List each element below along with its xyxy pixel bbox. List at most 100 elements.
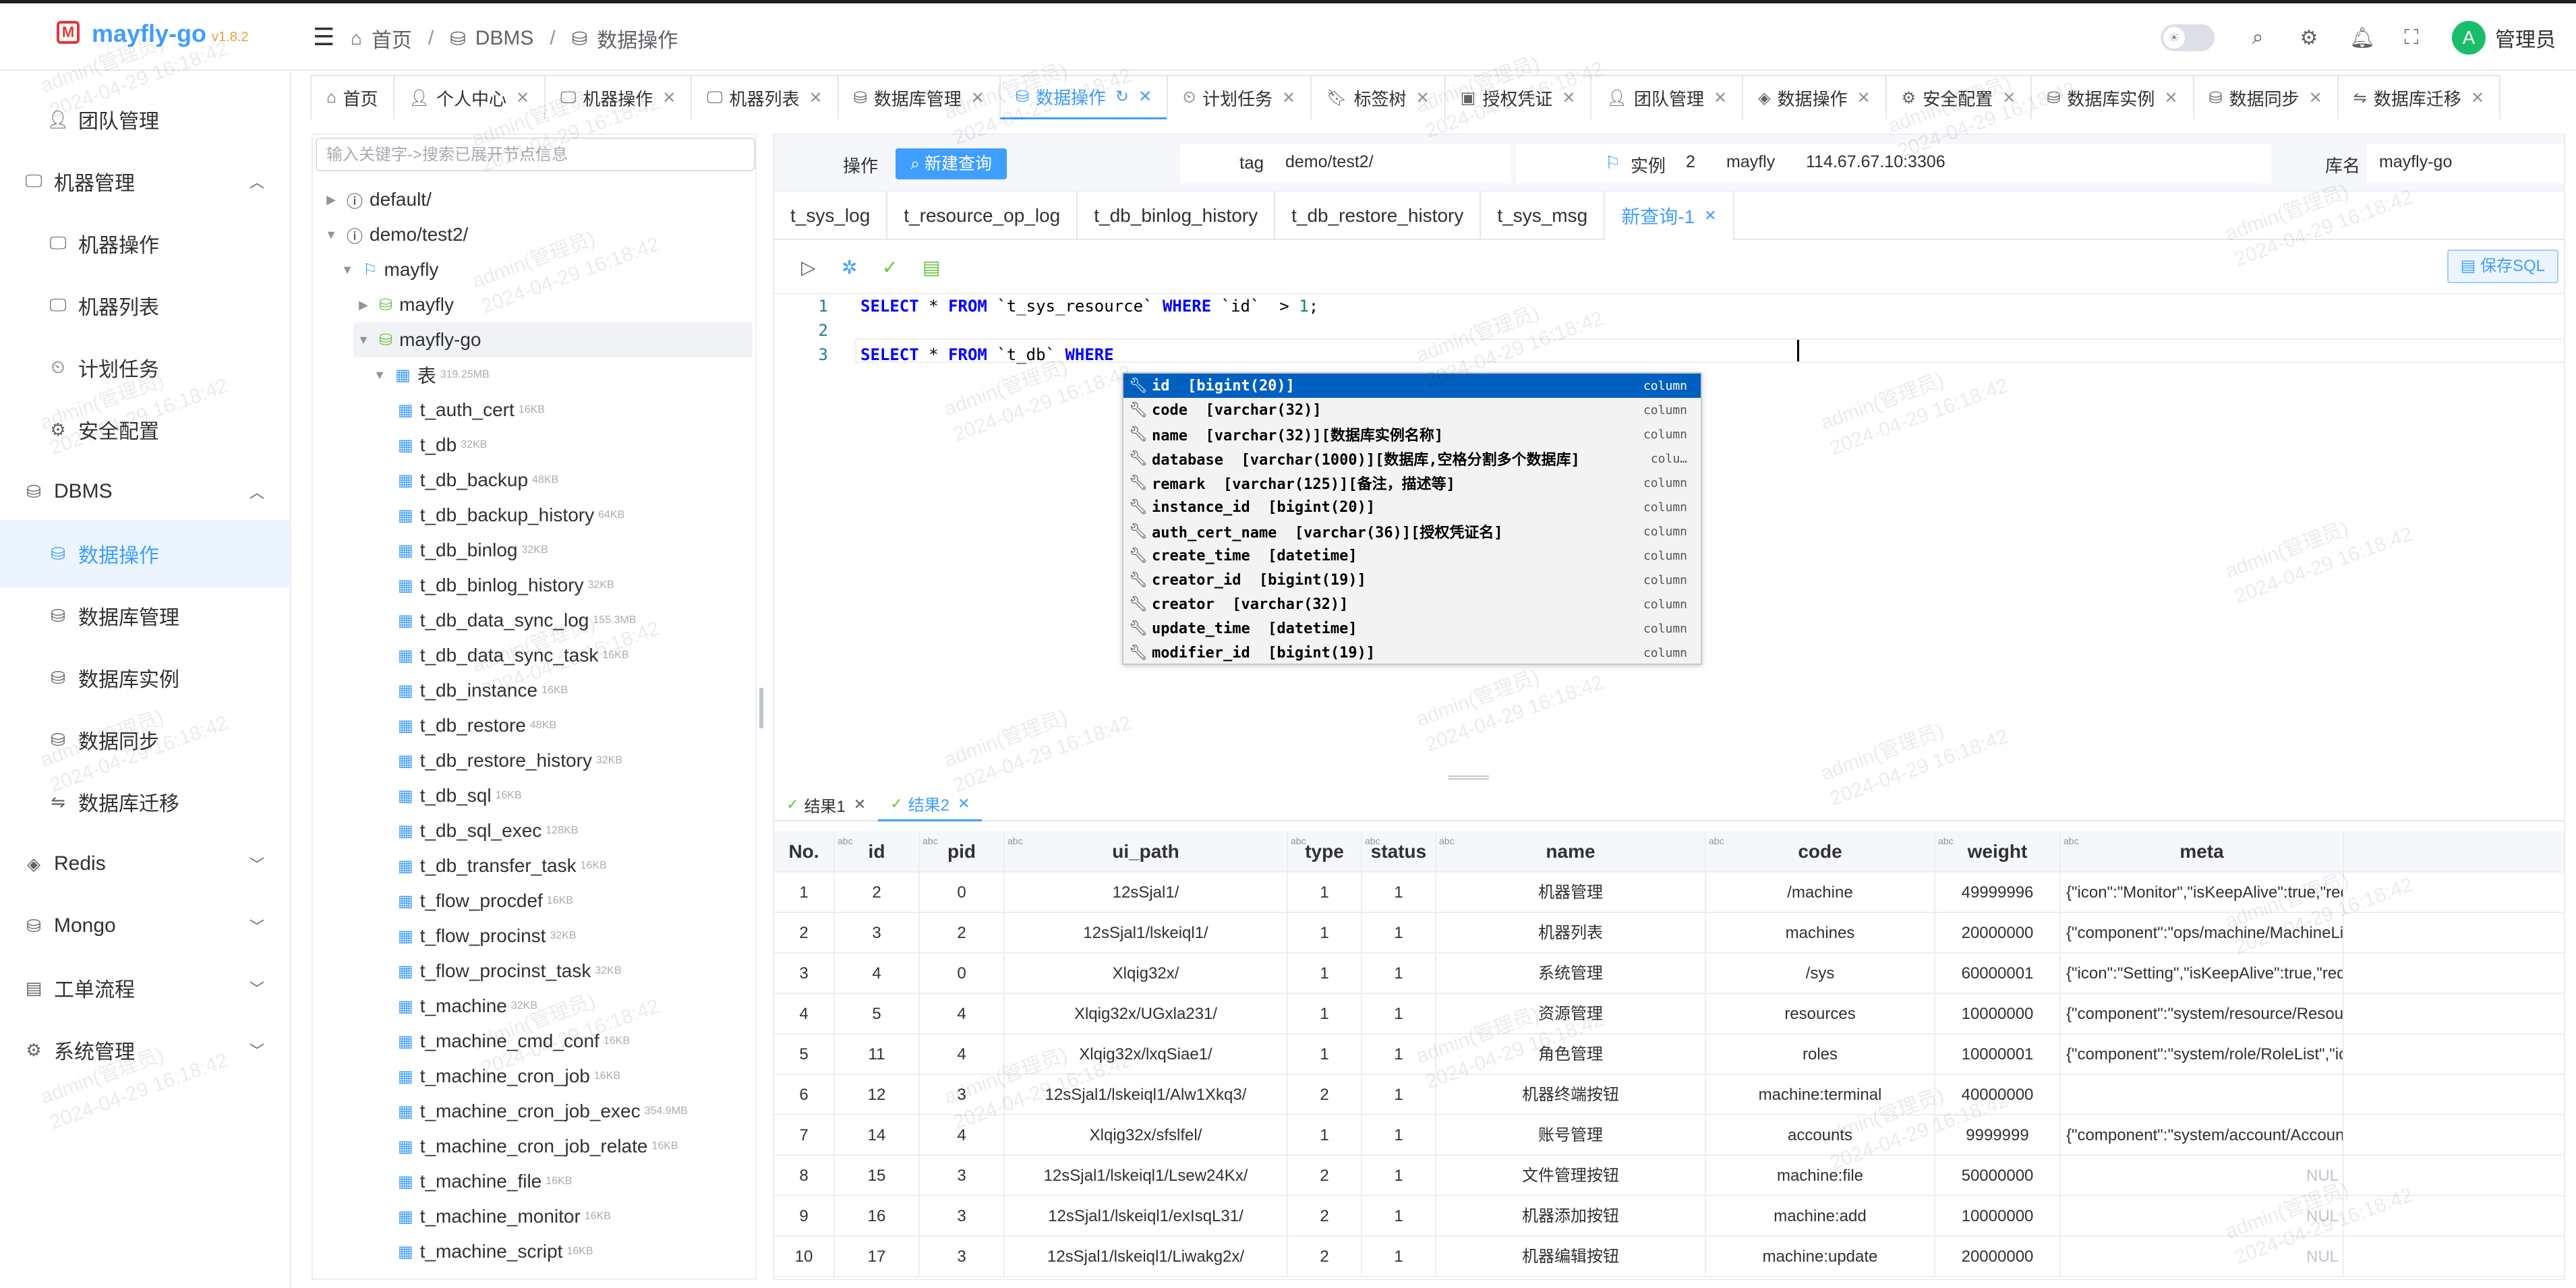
tree-node[interactable]: ▦ t_auth_cert 16KB: [386, 392, 753, 428]
table-cell[interactable]: 10: [774, 1237, 835, 1277]
close-icon[interactable]: ✕: [2002, 88, 2016, 108]
close-icon[interactable]: ✕: [1282, 88, 1295, 108]
table-cell[interactable]: 10000001: [1935, 1034, 2061, 1075]
tree-node[interactable]: ▦ t_db_data_sync_task 16KB: [386, 638, 753, 673]
table-cell[interactable]: 3: [920, 1156, 1005, 1196]
suggestion-item[interactable]: 🔧︎ auth_cert_name [varchar(36)][授权凭证名] col…: [1123, 519, 1701, 544]
table-cell[interactable]: 1: [1362, 1196, 1436, 1237]
caret-down-icon[interactable]: ▼: [353, 333, 374, 347]
column-header[interactable]: abc status: [1362, 831, 1436, 871]
suggestion-item[interactable]: 🔧︎ creator [varchar(32)] column: [1123, 592, 1701, 616]
table-cell[interactable]: 3: [835, 913, 920, 954]
query-tab[interactable]: t_db_restore_history: [1275, 192, 1482, 240]
table-cell[interactable]: 机器列表: [1436, 913, 1706, 954]
table-cell[interactable]: 机器终端按钮: [1436, 1075, 1706, 1115]
table-cell[interactable]: 2: [835, 873, 920, 913]
close-icon[interactable]: ✕: [809, 88, 823, 108]
tab-7[interactable]: 🔖︎ 标签树 ✕: [1310, 75, 1446, 119]
format-icon[interactable]: ✲: [842, 256, 857, 279]
table-cell[interactable]: 12: [835, 1075, 920, 1115]
table-cell[interactable]: /sys: [1706, 954, 1935, 994]
tree-search-input[interactable]: 输入关键字->搜索已展开节点信息: [316, 138, 755, 171]
table-cell[interactable]: 4: [920, 1115, 1005, 1156]
table-cell[interactable]: 3: [920, 1075, 1005, 1115]
query-tab[interactable]: t_db_binlog_history: [1078, 192, 1276, 240]
sidebar-item[interactable]: ⛁ 数据同步: [0, 706, 290, 773]
table-cell[interactable]: [2061, 1075, 2344, 1115]
table-row[interactable]: 8 15 3 12sSjal1/lskeiql1/Lsew24Kx/2 1 文件管理按钮 m…: [774, 1156, 2564, 1196]
caret-down-icon[interactable]: ▼: [337, 263, 357, 277]
close-icon[interactable]: ✕: [516, 88, 529, 108]
table-cell[interactable]: 1: [1362, 954, 1436, 994]
close-icon[interactable]: ✕: [971, 88, 985, 108]
table-row[interactable]: 7 14 4 Xlqig32x/sfslfel/1 1 账号管理 accounts 99999…: [774, 1115, 2564, 1156]
tree-node[interactable]: ▦ t_machine_cron_job_relate 16KB: [386, 1129, 753, 1164]
run-icon[interactable]: ▷: [801, 256, 816, 279]
table-cell[interactable]: 12sSjal1/: [1005, 873, 1288, 913]
table-cell[interactable]: 12sSjal1/lskeiql1/: [1005, 913, 1288, 954]
tab-2[interactable]: 🖵 机器操作 ✕: [544, 75, 693, 119]
table-cell[interactable]: 10000000: [1935, 994, 2061, 1034]
sidebar-item[interactable]: 👤︎ 团队管理: [0, 86, 290, 153]
save-sql-button[interactable]: ▤ 保存SQL: [2447, 250, 2558, 283]
table-cell[interactable]: 40000000: [1935, 1075, 2061, 1115]
db-value[interactable]: mayfly-go: [2379, 152, 2452, 172]
table-cell[interactable]: 1: [1288, 873, 1362, 913]
table-cell[interactable]: 7: [774, 1115, 835, 1156]
sidebar-item[interactable]: ▤ 工单流程 ﹀: [0, 954, 290, 1022]
tree-node[interactable]: ▦ t_db 32KB: [386, 428, 753, 463]
table-row[interactable]: 4 5 4 Xlqig32x/UGxla231/1 1 资源管理 resources 1000…: [774, 994, 2564, 1034]
column-header[interactable]: No.: [774, 831, 835, 871]
table-cell[interactable]: 16: [835, 1196, 920, 1237]
table-cell[interactable]: 3: [920, 1237, 1005, 1277]
column-header[interactable]: abc weight: [1935, 831, 2061, 871]
close-icon[interactable]: ✕: [1704, 207, 1716, 225]
table-cell[interactable]: NUL: [2061, 1237, 2344, 1277]
table-row[interactable]: 1 2 0 12sSjal1/1 1 机器管理/machine 49999996 {"icon…: [774, 873, 2564, 913]
tree-node[interactable]: ▦ t_db_restore 48KB: [386, 708, 753, 743]
fullscreen-icon[interactable]: ⛶: [2401, 26, 2422, 49]
table-cell[interactable]: 3: [774, 954, 835, 994]
table-cell[interactable]: 1: [774, 873, 835, 913]
suggestion-item[interactable]: 🔧︎ database [varchar(1000)][数据库,空格分割多个数据库…: [1123, 446, 1701, 471]
tree-node[interactable]: ▦ t_db_sql 16KB: [386, 778, 753, 813]
table-cell[interactable]: 2: [774, 913, 835, 954]
table-cell[interactable]: 2: [1288, 1237, 1362, 1277]
table-cell[interactable]: 1: [1362, 1115, 1436, 1156]
tree-node[interactable]: ▦ t_machine_script 16KB: [386, 1234, 753, 1269]
table-cell[interactable]: 1: [1362, 1034, 1436, 1075]
table-cell[interactable]: 12sSjal1/lskeiql1/Lsew24Kx/: [1005, 1156, 1288, 1196]
breadcrumb-item[interactable]: DBMS: [475, 27, 534, 50]
table-cell[interactable]: 1: [1362, 873, 1436, 913]
close-icon[interactable]: ✕: [2164, 88, 2177, 108]
tab-1[interactable]: 👤︎ 个人中心 ✕: [392, 75, 546, 119]
table-row[interactable]: 2 3 2 12sSjal1/lskeiql1/1 1 机器列表 machines 20000…: [774, 913, 2564, 954]
close-icon[interactable]: ✕: [958, 795, 970, 813]
table-cell[interactable]: 资源管理: [1436, 994, 1706, 1034]
tab-3[interactable]: 🖵 机器列表 ✕: [691, 75, 839, 119]
table-cell[interactable]: /machine: [1706, 873, 1935, 913]
close-icon[interactable]: ✕: [662, 88, 676, 108]
tab-8[interactable]: ▣ 授权凭证 ✕: [1444, 75, 1592, 119]
table-cell[interactable]: 2: [1288, 1196, 1362, 1237]
table-cell[interactable]: {"component":"system/resource/ResourceLi…: [2061, 994, 2344, 1034]
table-cell[interactable]: 50000000: [1935, 1156, 2061, 1196]
table-cell[interactable]: 0: [920, 873, 1005, 913]
table-cell[interactable]: {"component":"ops/machine/MachineList","…: [2061, 913, 2344, 954]
caret-right-icon[interactable]: ▶: [353, 298, 374, 312]
table-cell[interactable]: 机器管理: [1436, 873, 1706, 913]
user-name[interactable]: 管理员: [2495, 23, 2556, 53]
suggestion-item[interactable]: 🔧︎ remark [varchar(125)][备注，描述等] column: [1123, 471, 1701, 495]
tree-node[interactable]: ▦ t_db_binlog_history 32KB: [386, 568, 753, 603]
table-row[interactable]: 10 17 3 12sSjal1/lskeiql1/Liwakg2x/2 1 机器编辑按钮…: [774, 1237, 2564, 1277]
breadcrumb-item[interactable]: 首页: [372, 24, 412, 53]
table-row[interactable]: 9 16 3 12sSjal1/lskeiql1/exIsqL31/2 1 机器添加按钮 m…: [774, 1196, 2564, 1237]
tab-12[interactable]: ⛁ 数据库实例 ✕: [2030, 75, 2194, 119]
close-icon[interactable]: ✕: [1562, 88, 1575, 108]
table-cell[interactable]: 9: [774, 1196, 835, 1237]
close-icon[interactable]: ✕: [1138, 87, 1152, 107]
table-cell[interactable]: 0: [920, 954, 1005, 994]
column-header[interactable]: abc type: [1288, 831, 1362, 871]
suggestion-item[interactable]: 🔧︎ code [varchar(32)] column: [1123, 398, 1701, 422]
sidebar-item[interactable]: ⏲ 计划任务: [0, 334, 290, 401]
